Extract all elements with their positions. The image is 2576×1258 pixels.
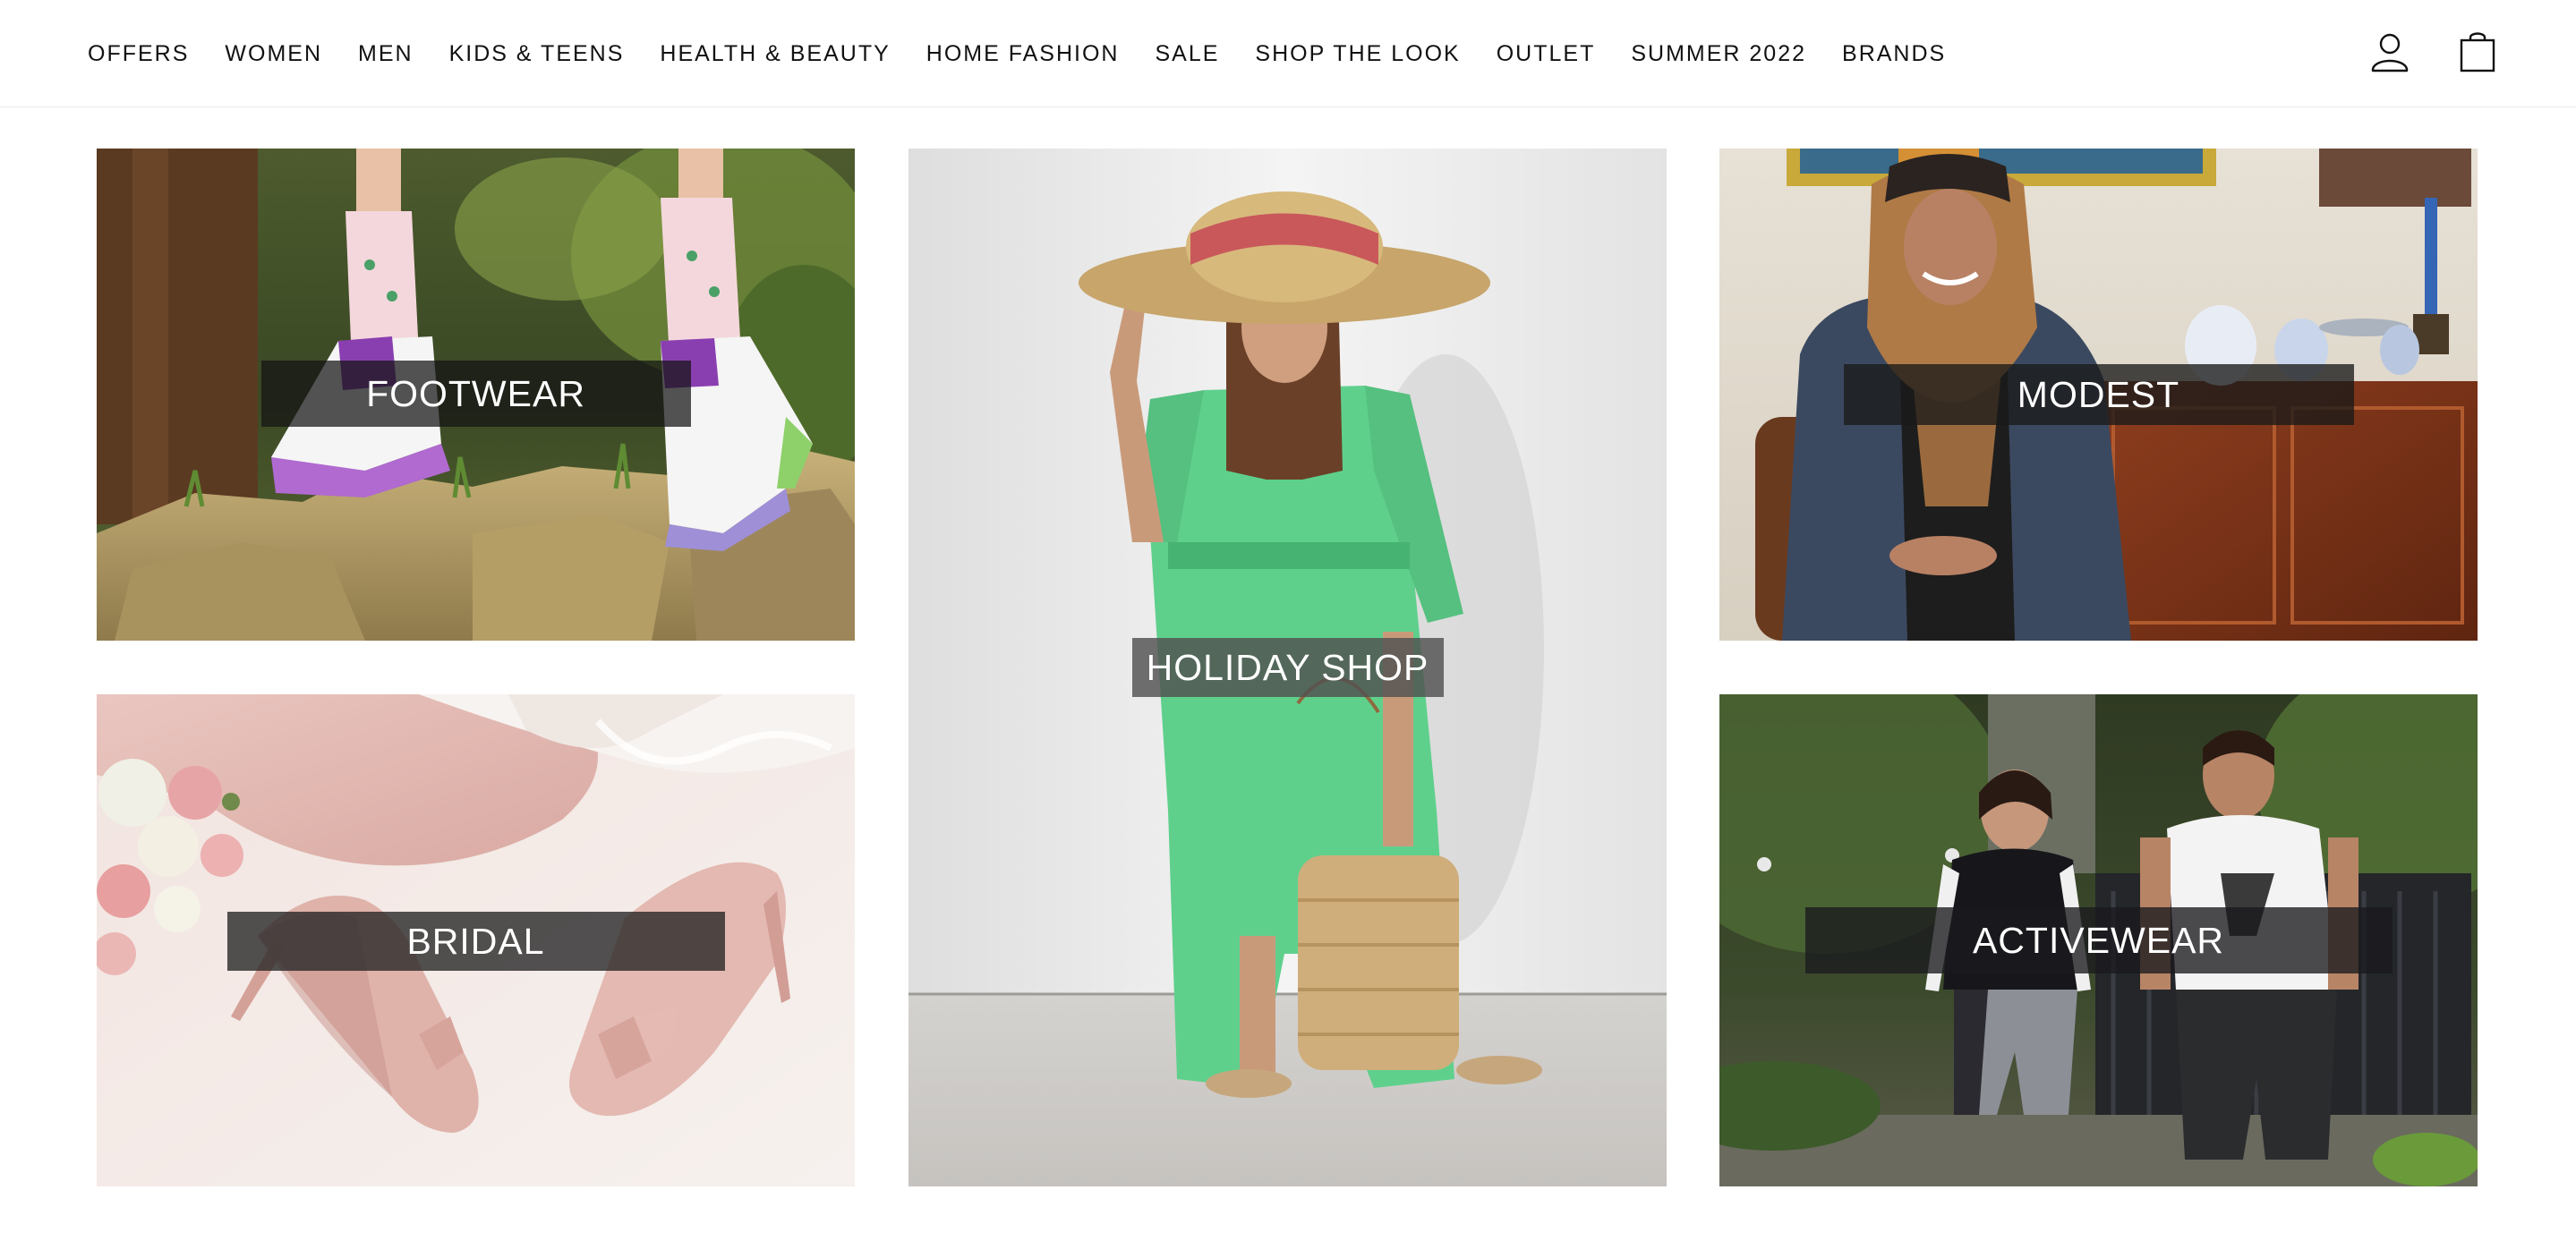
bridal-label: BRIDAL: [226, 912, 725, 971]
category-tile-modest[interactable]: MODEST: [1719, 149, 2478, 641]
nav-offers[interactable]: OFFERS: [88, 41, 189, 67]
header-actions: [2368, 29, 2499, 75]
nav-outlet[interactable]: OUTLET: [1497, 41, 1596, 67]
nav-brands[interactable]: BRANDS: [1842, 41, 1946, 67]
nav-kids-teens[interactable]: KIDS & TEENS: [449, 41, 625, 67]
category-tile-bridal[interactable]: BRIDAL: [97, 694, 855, 1186]
activewear-label: ACTIVEWEAR: [1804, 907, 2393, 973]
nav-health-beauty[interactable]: HEALTH & BEAUTY: [660, 41, 890, 67]
nav-sale[interactable]: SALE: [1155, 41, 1219, 67]
nav-shop-the-look[interactable]: SHOP THE LOOK: [1255, 41, 1460, 67]
site-header: OFFERS WOMEN MEN KIDS & TEENS HEALTH & B…: [0, 0, 2576, 107]
nav-summer-2022[interactable]: SUMMER 2022: [1631, 41, 1806, 67]
account-icon[interactable]: [2368, 29, 2411, 75]
holiday-shop-label: HOLIDAY SHOP: [1131, 638, 1444, 697]
nav-women[interactable]: WOMEN: [225, 41, 322, 67]
footwear-label: FOOTWEAR: [260, 361, 691, 427]
shopping-bag-icon[interactable]: [2456, 29, 2499, 75]
category-tile-footwear[interactable]: FOOTWEAR: [97, 149, 855, 641]
main-nav: OFFERS WOMEN MEN KIDS & TEENS HEALTH & B…: [88, 0, 1982, 107]
category-tile-holiday-shop[interactable]: HOLIDAY SHOP: [908, 149, 1667, 1186]
category-tile-activewear[interactable]: ACTIVEWEAR: [1719, 694, 2478, 1186]
modest-label: MODEST: [1843, 364, 2354, 425]
nav-men[interactable]: MEN: [358, 41, 414, 67]
nav-home-fashion[interactable]: HOME FASHION: [926, 41, 1120, 67]
